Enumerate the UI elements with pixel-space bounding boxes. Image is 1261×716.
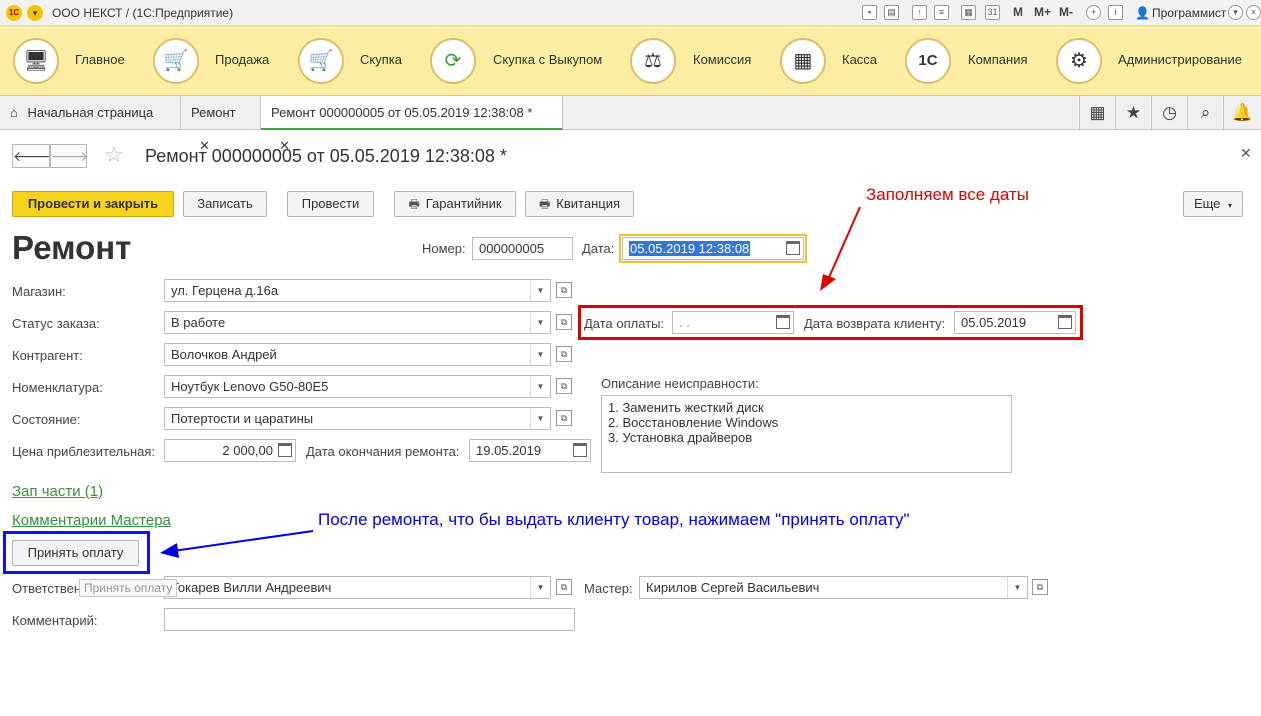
red-arrow-icon	[820, 206, 861, 291]
blue-arrow-icon	[160, 530, 314, 558]
annotation-arrows	[160, 206, 861, 558]
annotation-payment: После ремонта, что бы выдать клиенту тов…	[318, 510, 910, 529]
